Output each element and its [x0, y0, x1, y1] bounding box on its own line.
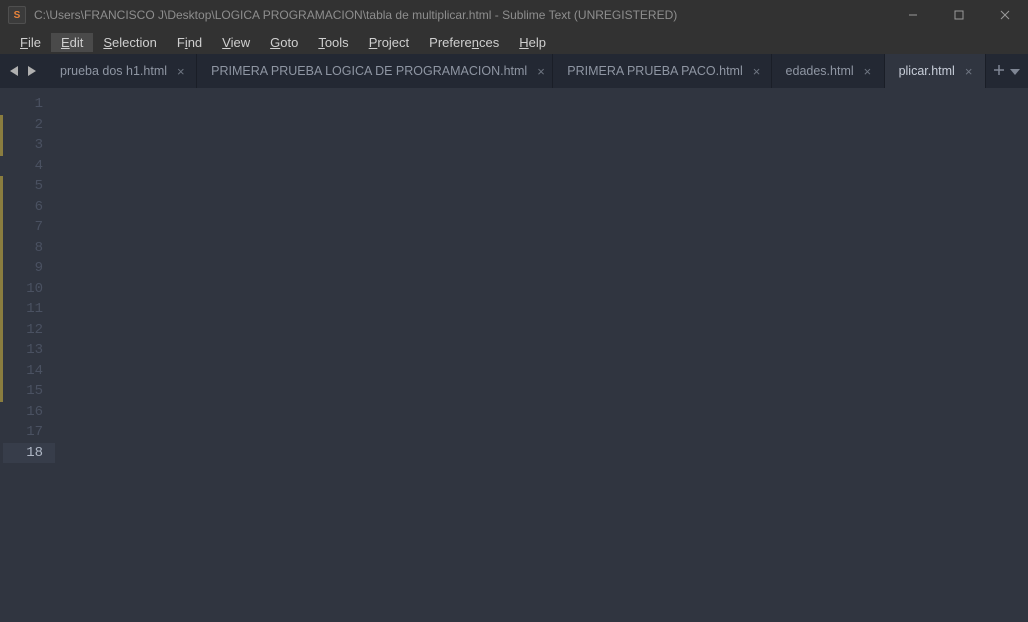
title-bar: S C:\Users\FRANCISCO J\Desktop\LOGICA PR…: [0, 0, 1028, 30]
line-number: 14: [0, 361, 55, 382]
tab-item[interactable]: PRIMERA PRUEBA PACO.html ×: [553, 54, 771, 88]
close-icon[interactable]: ×: [537, 65, 545, 78]
line-number: 13: [0, 340, 55, 361]
menu-project[interactable]: Project: [359, 33, 419, 52]
line-number: 7: [0, 217, 55, 238]
line-number: 9: [0, 258, 55, 279]
tab-next-icon[interactable]: [26, 66, 38, 76]
line-number: 12: [0, 320, 55, 341]
close-icon[interactable]: ×: [177, 65, 185, 78]
menu-goto[interactable]: Goto: [260, 33, 308, 52]
editor-area: 1 2 3 4 5 6 7 8 9 10 11 12 13 14 15 16 1…: [0, 88, 1028, 622]
tab-item-active[interactable]: plicar.html ×: [885, 54, 986, 88]
line-number: 11: [0, 299, 55, 320]
app-icon: S: [8, 6, 26, 24]
tabs: prueba dos h1.html × PRIMERA PRUEBA LOGI…: [46, 54, 986, 88]
tab-prev-icon[interactable]: [8, 66, 20, 76]
line-number: 5: [0, 176, 55, 197]
menu-preferences[interactable]: Preferences: [419, 33, 509, 52]
tab-extras: [986, 54, 1028, 88]
menu-tools[interactable]: Tools: [308, 33, 358, 52]
minimize-button[interactable]: [890, 0, 936, 30]
window-title: C:\Users\FRANCISCO J\Desktop\LOGICA PROG…: [34, 8, 677, 22]
line-number: 8: [0, 238, 55, 259]
tab-item[interactable]: PRIMERA PRUEBA LOGICA DE PROGRAMACION.ht…: [197, 54, 553, 88]
menu-selection[interactable]: Selection: [93, 33, 166, 52]
line-number: 4: [3, 156, 55, 177]
line-number: 2: [0, 115, 55, 136]
line-number: 16: [3, 402, 55, 423]
close-icon[interactable]: ×: [965, 65, 973, 78]
tab-label: prueba dos h1.html: [60, 64, 167, 78]
line-number: 15: [0, 381, 55, 402]
tab-bar: prueba dos h1.html × PRIMERA PRUEBA LOGI…: [0, 54, 1028, 88]
minimap[interactable]: [916, 88, 1028, 622]
tab-label: plicar.html: [899, 64, 955, 78]
tab-dropdown-icon[interactable]: [1010, 62, 1020, 80]
menu-find[interactable]: Find: [167, 33, 212, 52]
tab-label: PRIMERA PRUEBA PACO.html: [567, 64, 743, 78]
tab-item[interactable]: edades.html ×: [772, 54, 885, 88]
menu-file[interactable]: File: [10, 33, 51, 52]
menu-help[interactable]: Help: [509, 33, 556, 52]
menu-edit[interactable]: Edit: [51, 33, 93, 52]
close-button[interactable]: [982, 0, 1028, 30]
new-tab-icon[interactable]: [994, 62, 1004, 80]
line-number: 10: [0, 279, 55, 300]
line-number: 17: [3, 422, 55, 443]
line-number: 6: [0, 197, 55, 218]
tab-item[interactable]: prueba dos h1.html ×: [46, 54, 197, 88]
tab-label: PRIMERA PRUEBA LOGICA DE PROGRAMACION.ht…: [211, 64, 527, 78]
window-controls: [890, 0, 1028, 30]
close-icon[interactable]: ×: [753, 65, 761, 78]
line-number: 18: [3, 443, 55, 464]
code-editor[interactable]: [55, 88, 916, 622]
gutter: 1 2 3 4 5 6 7 8 9 10 11 12 13 14 15 16 1…: [0, 88, 55, 622]
line-number: 3: [0, 135, 55, 156]
tab-label: edades.html: [786, 64, 854, 78]
tab-nav: [0, 54, 46, 88]
close-icon[interactable]: ×: [864, 65, 872, 78]
line-number: 1: [3, 94, 55, 115]
maximize-button[interactable]: [936, 0, 982, 30]
menu-view[interactable]: View: [212, 33, 260, 52]
menu-bar: File Edit Selection Find View Goto Tools…: [0, 30, 1028, 54]
